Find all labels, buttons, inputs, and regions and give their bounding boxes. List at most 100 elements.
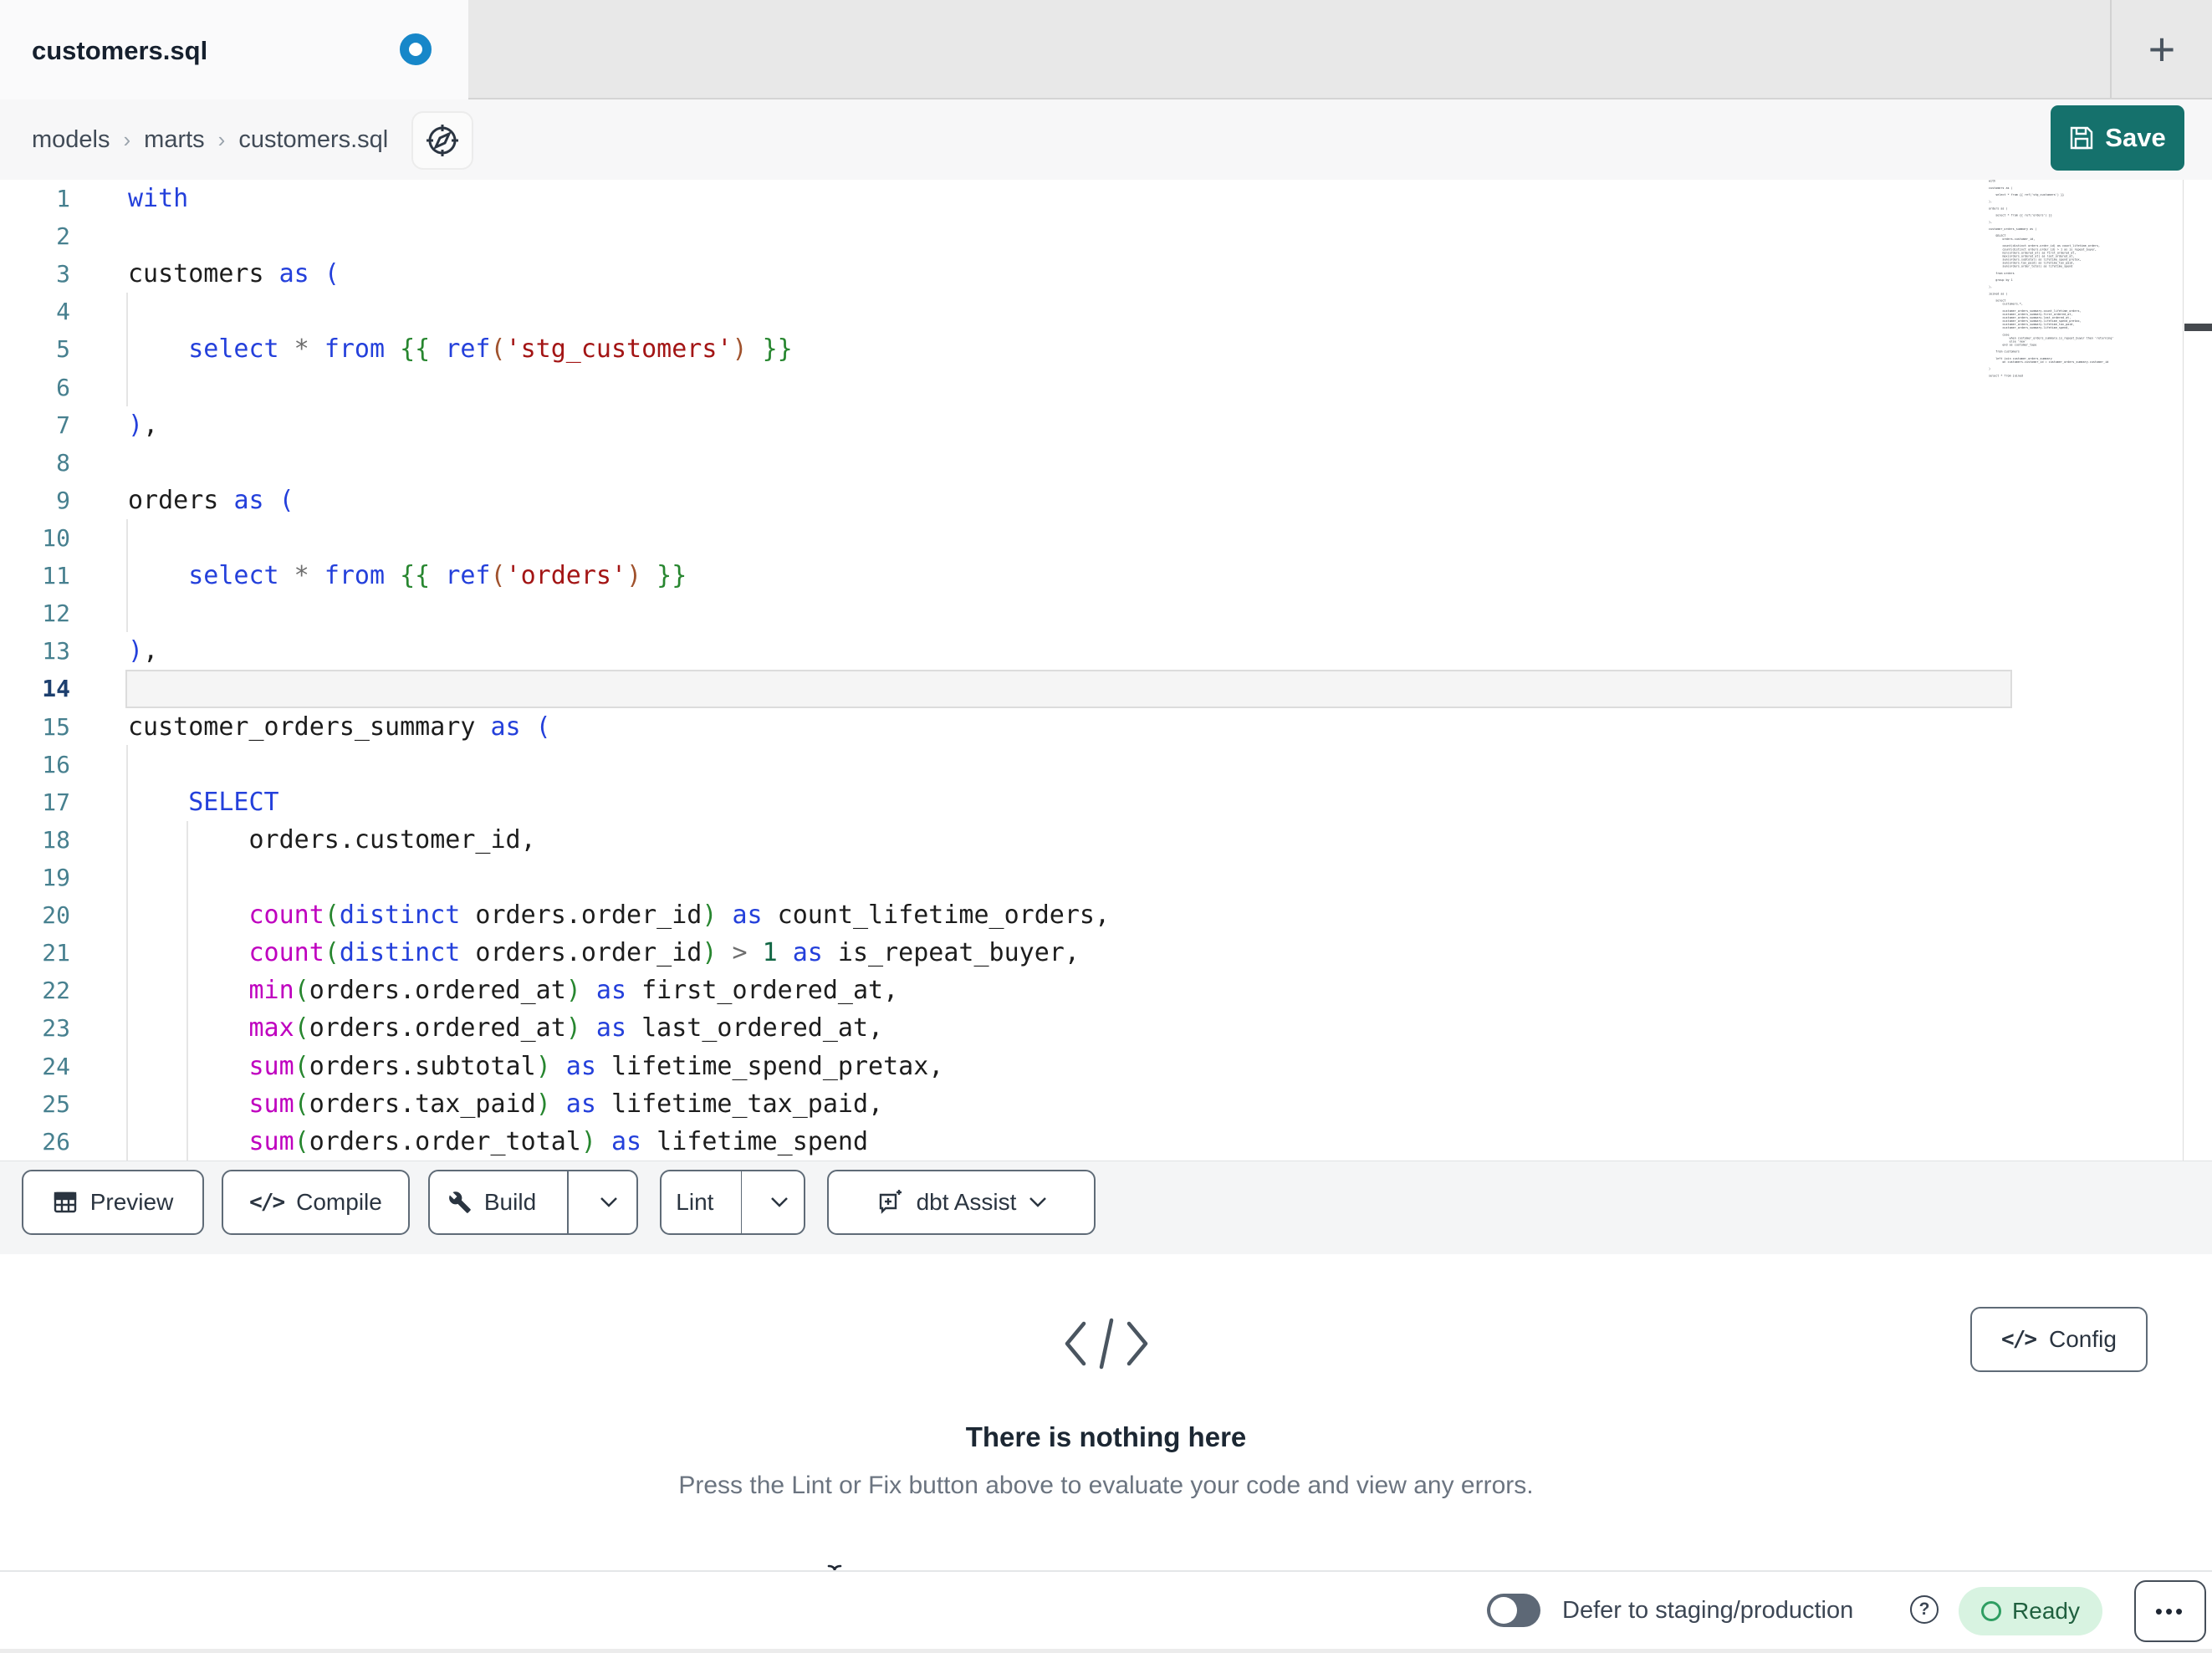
line-number[interactable]: 16 bbox=[0, 751, 92, 778]
code-line[interactable]: 7), bbox=[0, 406, 2212, 444]
chevron-down-icon bbox=[1029, 1197, 1047, 1207]
code-line[interactable]: 1 with bbox=[0, 180, 2212, 217]
chevron-down-icon bbox=[600, 1197, 617, 1207]
code-line[interactable]: 22 min(orders.ordered_at) as first_order… bbox=[0, 972, 2212, 1009]
wrench-icon bbox=[448, 1191, 471, 1213]
compass-icon bbox=[427, 125, 458, 156]
line-number[interactable]: 5 bbox=[0, 335, 92, 363]
save-label: Save bbox=[2105, 123, 2166, 152]
tab-customers-sql[interactable]: customers.sql bbox=[0, 0, 468, 101]
line-number[interactable]: 12 bbox=[0, 599, 92, 627]
line-number[interactable]: 24 bbox=[0, 1053, 92, 1080]
defer-label: Defer to staging/production bbox=[1562, 1596, 1854, 1624]
explore-lineage-button[interactable] bbox=[411, 111, 473, 170]
line-number[interactable]: 25 bbox=[0, 1090, 92, 1118]
assist-sparkle-chat-icon bbox=[879, 1190, 902, 1214]
lint-dropdown-button[interactable] bbox=[754, 1171, 804, 1233]
lint-button[interactable]: Lint bbox=[662, 1171, 728, 1233]
line-number[interactable]: 7 bbox=[0, 411, 92, 439]
code-line[interactable]: 19 bbox=[0, 859, 2212, 896]
breadcrumb-row: models › marts › customers.sql Save bbox=[0, 99, 2212, 180]
line-number[interactable]: 17 bbox=[0, 788, 92, 816]
lint-split-button: Lint bbox=[660, 1170, 805, 1235]
code-brackets-icon: </> bbox=[2001, 1327, 2037, 1352]
line-number[interactable]: 6 bbox=[0, 374, 92, 401]
code-line[interactable]: 3 customers as ( bbox=[0, 255, 2212, 293]
code-brackets-empty-icon bbox=[1060, 1317, 1152, 1370]
editor-minimap[interactable]: with customers as ( select * from {{ ref… bbox=[1989, 180, 2181, 387]
code-line[interactable]: 26 sum(orders.order_total) as lifetime_s… bbox=[0, 1123, 2212, 1161]
line-number[interactable]: 20 bbox=[0, 901, 92, 929]
line-number[interactable]: 4 bbox=[0, 298, 92, 325]
save-button[interactable]: Save bbox=[2051, 105, 2184, 171]
help-icon[interactable]: ? bbox=[1910, 1595, 1939, 1624]
config-label: Config bbox=[2049, 1326, 2117, 1352]
line-number[interactable]: 3 bbox=[0, 260, 92, 288]
line-number[interactable]: 18 bbox=[0, 826, 92, 854]
code-line[interactable]: 8 bbox=[0, 444, 2212, 482]
dbt-assist-button[interactable]: dbt Assist bbox=[827, 1170, 1096, 1235]
code-line[interactable]: 18 orders.customer_id, bbox=[0, 821, 2212, 859]
build-label: Build bbox=[483, 1189, 537, 1215]
empty-state-title: There is nothing here bbox=[965, 1421, 1247, 1452]
preview-label: Preview bbox=[89, 1189, 174, 1215]
editor-scrollbar-marker[interactable] bbox=[2184, 324, 2212, 331]
status-badge[interactable]: Ready bbox=[1959, 1587, 2102, 1635]
line-number[interactable]: 2 bbox=[0, 222, 92, 250]
code-line[interactable]: 11 select * from {{ ref('orders') }} bbox=[0, 557, 2212, 594]
line-number[interactable]: 11 bbox=[0, 562, 92, 589]
ready-status-icon bbox=[1981, 1601, 2002, 1621]
line-number[interactable]: 8 bbox=[0, 449, 92, 477]
code-line[interactable]: 20 count(distinct orders.order_id) as co… bbox=[0, 896, 2212, 934]
code-line[interactable]: 12 bbox=[0, 594, 2212, 632]
line-number[interactable]: 23 bbox=[0, 1014, 92, 1042]
code-editor[interactable]: 1 with 2 3 customers as ( 4 5 select * from {{… bbox=[0, 180, 2212, 1161]
code-line[interactable]: 21 count(distinct orders.order_id) > 1 a… bbox=[0, 934, 2212, 972]
code-line[interactable]: 2 bbox=[0, 217, 2212, 255]
code-line[interactable]: 16 bbox=[0, 746, 2212, 783]
line-number[interactable]: 22 bbox=[0, 977, 92, 1004]
code-line[interactable]: 24 sum(orders.subtotal) as lifetime_spen… bbox=[0, 1048, 2212, 1085]
code-line[interactable]: 6 bbox=[0, 369, 2212, 406]
code-line[interactable]: 17 SELECT bbox=[0, 783, 2212, 821]
code-line[interactable]: 5 select * from {{ ref('stg_customers') … bbox=[0, 330, 2212, 368]
build-dropdown-button[interactable] bbox=[581, 1171, 636, 1233]
config-button[interactable]: </> Config bbox=[1970, 1307, 2148, 1372]
window-bottom-edge bbox=[0, 1649, 2212, 1653]
action-toolbar: Preview </> Compile Build Lint dbt Assis… bbox=[0, 1161, 2212, 1254]
code-line[interactable]: 10 bbox=[0, 519, 2212, 557]
line-number[interactable]: 14 bbox=[0, 675, 92, 702]
code-line[interactable]: 13), bbox=[0, 632, 2212, 670]
code-line[interactable]: 9 orders as ( bbox=[0, 482, 2212, 519]
line-number[interactable]: 15 bbox=[0, 713, 92, 741]
line-number[interactable]: 1 bbox=[0, 185, 92, 212]
new-tab-button[interactable]: + bbox=[2128, 15, 2195, 82]
build-button[interactable]: Build bbox=[430, 1171, 554, 1233]
line-number[interactable]: 21 bbox=[0, 939, 92, 967]
compile-button[interactable]: </> Compile bbox=[222, 1170, 410, 1235]
indent-guide bbox=[126, 519, 128, 632]
indent-guide bbox=[186, 821, 188, 1161]
code-line[interactable]: 14 bbox=[0, 670, 2212, 708]
code-line[interactable]: 15 customer_orders_summary as ( bbox=[0, 708, 2212, 746]
line-number[interactable]: 9 bbox=[0, 487, 92, 514]
ready-label: Ready bbox=[2012, 1598, 2080, 1624]
defer-toggle[interactable] bbox=[1487, 1594, 1540, 1627]
breadcrumb-separator: › bbox=[123, 126, 131, 152]
code-line[interactable]: 25 sum(orders.tax_paid) as lifetime_tax_… bbox=[0, 1085, 2212, 1123]
indent-guide bbox=[126, 745, 128, 1161]
breadcrumb-file[interactable]: customers.sql bbox=[238, 126, 388, 154]
line-number[interactable]: 10 bbox=[0, 524, 92, 552]
code-line[interactable]: 4 bbox=[0, 293, 2212, 330]
line-number[interactable]: 19 bbox=[0, 864, 92, 891]
line-number[interactable]: 26 bbox=[0, 1128, 92, 1156]
line-number[interactable]: 13 bbox=[0, 637, 92, 665]
unsaved-changes-dot-icon bbox=[400, 33, 432, 65]
empty-state-description: Press the Lint or Fix button above to ev… bbox=[678, 1472, 1534, 1499]
code-line[interactable]: 23 max(orders.ordered_at) as last_ordere… bbox=[0, 1009, 2212, 1047]
overflow-menu-button[interactable]: ••• bbox=[2134, 1580, 2206, 1642]
preview-button[interactable]: Preview bbox=[22, 1170, 204, 1235]
code-lines: 1 with 2 3 customers as ( 4 5 select * from {{… bbox=[0, 180, 2212, 1161]
breadcrumb-models[interactable]: models bbox=[32, 126, 110, 154]
breadcrumb-marts[interactable]: marts bbox=[144, 126, 205, 154]
